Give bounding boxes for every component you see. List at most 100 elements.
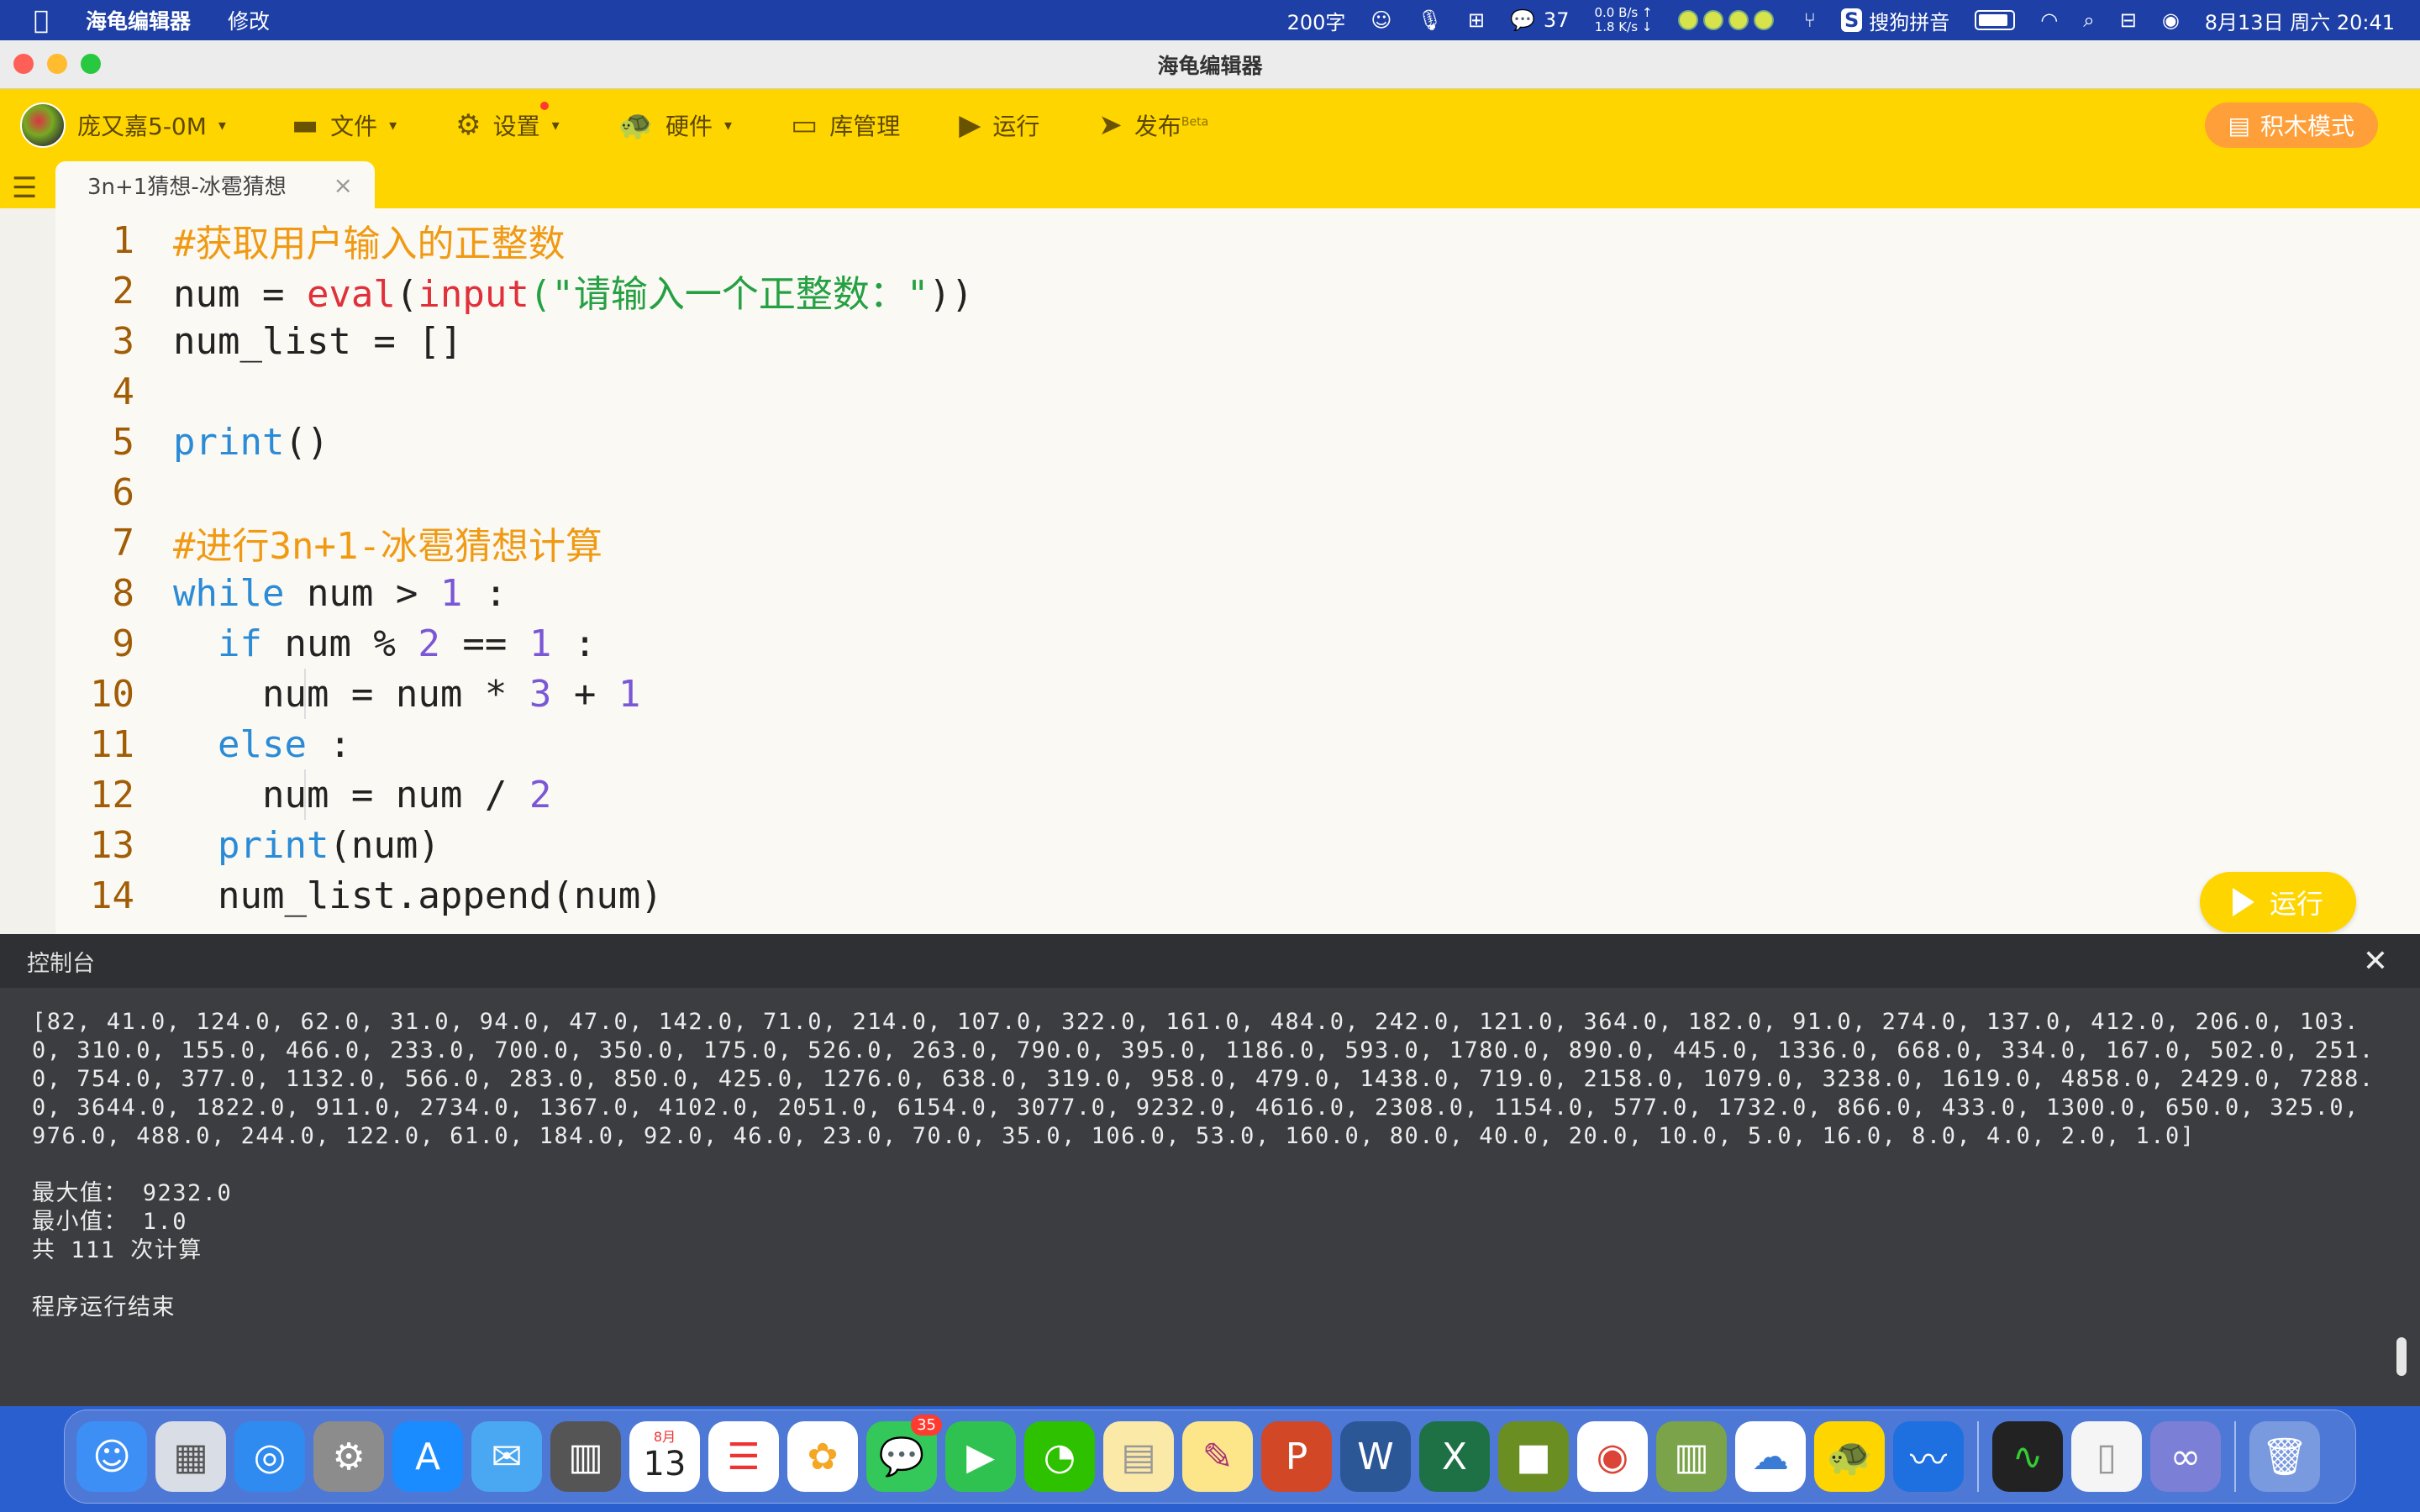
mail-icon[interactable]: ✉ bbox=[471, 1421, 542, 1492]
control-center-icon[interactable]: ⊟ bbox=[2120, 8, 2137, 32]
run-toolbar-button[interactable]: ▶ 运行 bbox=[959, 108, 1039, 142]
system-settings-icon[interactable]: ⚙ bbox=[313, 1421, 384, 1492]
line-content: else : bbox=[173, 723, 351, 766]
output-min: 最小值： 1.0 bbox=[32, 1209, 188, 1235]
line-number: 9 bbox=[112, 622, 135, 665]
safari-icon[interactable]: ◎ bbox=[234, 1421, 305, 1492]
reminders-icon[interactable]: ☰ bbox=[708, 1421, 779, 1492]
tab-3n1[interactable]: 3n+1猜想-冰雹猜想 × bbox=[55, 161, 375, 208]
close-window-button[interactable] bbox=[13, 54, 34, 74]
line-content: print(num) bbox=[173, 824, 440, 867]
code-editor[interactable]: 1 #获取用户输入的正整数 2 num = eval(input("请输入一个正整数… bbox=[0, 208, 2420, 934]
publish-label: 发布 bbox=[1134, 113, 1181, 140]
paper-plane-icon: ➤ bbox=[1098, 108, 1123, 142]
window-controls bbox=[13, 54, 101, 74]
console-output[interactable]: [82, 41.0, 124.0, 62.0, 31.0, 94.0, 47.0… bbox=[0, 988, 2420, 1322]
run-button[interactable]: 运行 bbox=[2200, 872, 2356, 932]
token-keyword: if bbox=[217, 622, 262, 665]
code-line: 6 bbox=[55, 467, 973, 517]
token-number: 1 bbox=[439, 571, 463, 615]
calendar-icon[interactable]: 8月 13 bbox=[629, 1421, 700, 1492]
token: ( bbox=[395, 273, 418, 316]
comment: #获取用户输入的正整数 bbox=[173, 223, 566, 265]
status-light-icon bbox=[1702, 10, 1723, 30]
word-icon[interactable]: W bbox=[1340, 1421, 1411, 1492]
app-store-icon[interactable]: A bbox=[392, 1421, 463, 1492]
siri-icon[interactable]: ◉ bbox=[2162, 8, 2180, 32]
close-icon[interactable]: × bbox=[334, 171, 353, 199]
chevron-down-icon: ▾ bbox=[218, 116, 226, 134]
books-stack-icon[interactable]: ▥ bbox=[1656, 1421, 1727, 1492]
console-scrollbar[interactable] bbox=[2396, 1337, 2407, 1376]
word-count[interactable]: 200字 bbox=[1287, 6, 1346, 35]
code-line: 3 num_list = [] bbox=[55, 316, 973, 366]
close-icon[interactable]: ✕ bbox=[2363, 944, 2388, 979]
line-number: 4 bbox=[112, 370, 135, 413]
window-titlebar[interactable]: 海龟编辑器 bbox=[0, 40, 2420, 89]
activity-monitor-icon[interactable]: ∿ bbox=[1992, 1421, 2063, 1492]
token-number: 1 bbox=[529, 622, 552, 665]
wechat-icon[interactable]: ◔ bbox=[1024, 1421, 1095, 1492]
trash-icon[interactable]: 🗑 bbox=[2249, 1421, 2320, 1492]
launchpad-icon[interactable]: ▦ bbox=[155, 1421, 226, 1492]
finder-icon[interactable]: ☺ bbox=[76, 1421, 147, 1492]
lark-icon[interactable]: 〰 bbox=[1893, 1421, 1964, 1492]
microphone-icon[interactable]: 🎙 bbox=[1417, 8, 1442, 32]
menu-edit[interactable]: 修改 bbox=[228, 5, 270, 35]
baidu-netdisk-icon[interactable]: ☁ bbox=[1735, 1421, 1806, 1492]
minecraft-icon[interactable]: ■ bbox=[1498, 1421, 1569, 1492]
user-name: 庞又嘉5-0M bbox=[77, 113, 207, 140]
network-speed[interactable]: 0.0 B/s ↑ 1.8 K/s ↓ bbox=[1594, 6, 1652, 34]
hardware-menu[interactable]: 🐢 硬件 ▾ bbox=[618, 108, 732, 142]
dock-separator bbox=[2234, 1421, 2236, 1492]
minimize-window-button[interactable] bbox=[47, 54, 67, 74]
emoji-icon[interactable]: ☺ bbox=[1370, 8, 1392, 32]
chevron-down-icon: ▾ bbox=[551, 116, 560, 134]
photos-icon[interactable]: ✿ bbox=[787, 1421, 858, 1492]
block-mode-button[interactable]: ▤ 积木模式 bbox=[2204, 102, 2378, 148]
document-icon[interactable]: ▯ bbox=[2071, 1421, 2142, 1492]
spotlight-search-icon[interactable]: ⌕ bbox=[2083, 8, 2094, 32]
input-grid-icon[interactable]: ⊞ bbox=[1468, 8, 1485, 32]
token: == bbox=[439, 622, 529, 665]
powerpoint-icon[interactable]: P bbox=[1261, 1421, 1332, 1492]
code-line: 7 #进行3n+1-冰雹猜想计算 bbox=[55, 517, 973, 569]
file-menu[interactable]: ▬ 文件 ▾ bbox=[292, 108, 397, 142]
menu-app-name[interactable]: 海龟编辑器 bbox=[86, 5, 191, 35]
calculator-icon[interactable]: ▥ bbox=[550, 1421, 621, 1492]
token: )) bbox=[929, 273, 974, 316]
notes-icon[interactable]: ▤ bbox=[1103, 1421, 1174, 1492]
facetime-icon[interactable]: ▶ bbox=[945, 1421, 1016, 1492]
code-line: 5 print() bbox=[55, 417, 973, 467]
run-button-label: 运行 bbox=[2269, 888, 2323, 920]
code-line: 8 while num > 1 : bbox=[55, 568, 973, 618]
wechat-status[interactable]: 💬 37 bbox=[1510, 8, 1569, 32]
user-menu[interactable]: 庞又嘉5-0M ▾ bbox=[20, 102, 226, 148]
wechat-icon: 💬 bbox=[1510, 8, 1535, 32]
line-number: 1 bbox=[112, 218, 135, 262]
calendar-month: 8月 bbox=[653, 1429, 676, 1445]
output-count: 共 111 次计算 bbox=[32, 1237, 203, 1263]
shortcut-link-icon[interactable]: ∞ bbox=[2150, 1421, 2221, 1492]
clock[interactable]: 8月13日 周六 20:41 bbox=[2205, 6, 2395, 35]
battery-icon[interactable] bbox=[1975, 10, 2016, 30]
excel-icon[interactable]: X bbox=[1419, 1421, 1490, 1492]
sidebar-toggle-icon[interactable]: ☰ bbox=[12, 171, 37, 205]
apple-icon[interactable]:  bbox=[34, 6, 49, 35]
library-button[interactable]: ▭ 库管理 bbox=[791, 108, 900, 142]
line-content: if num % 2 == 1 : bbox=[173, 622, 596, 665]
messages-icon[interactable]: 💬 35 bbox=[866, 1415, 942, 1492]
turtle-editor-icon[interactable]: 🐢 bbox=[1814, 1421, 1885, 1492]
publish-button[interactable]: ➤ 发布Beta bbox=[1098, 108, 1208, 142]
status-lights[interactable] bbox=[1677, 10, 1779, 30]
chrome-icon[interactable]: ◉ bbox=[1577, 1421, 1648, 1492]
settings-menu[interactable]: ⚙ 设置 ▾ bbox=[455, 102, 560, 142]
wifi-icon[interactable]: ◠ bbox=[2040, 8, 2058, 32]
zoom-window-button[interactable] bbox=[81, 54, 101, 74]
net-up: 0.0 B/s ↑ bbox=[1594, 5, 1653, 20]
token-keyword: while bbox=[173, 571, 285, 615]
input-method[interactable]: S 搜狗拼音 bbox=[1841, 6, 1949, 35]
utensils-icon[interactable]: ⑂ bbox=[1804, 8, 1816, 32]
code-line: 2 num = eval(input("请输入一个正整数：")) bbox=[55, 265, 974, 317]
stickies-icon[interactable]: ✎ bbox=[1182, 1421, 1253, 1492]
